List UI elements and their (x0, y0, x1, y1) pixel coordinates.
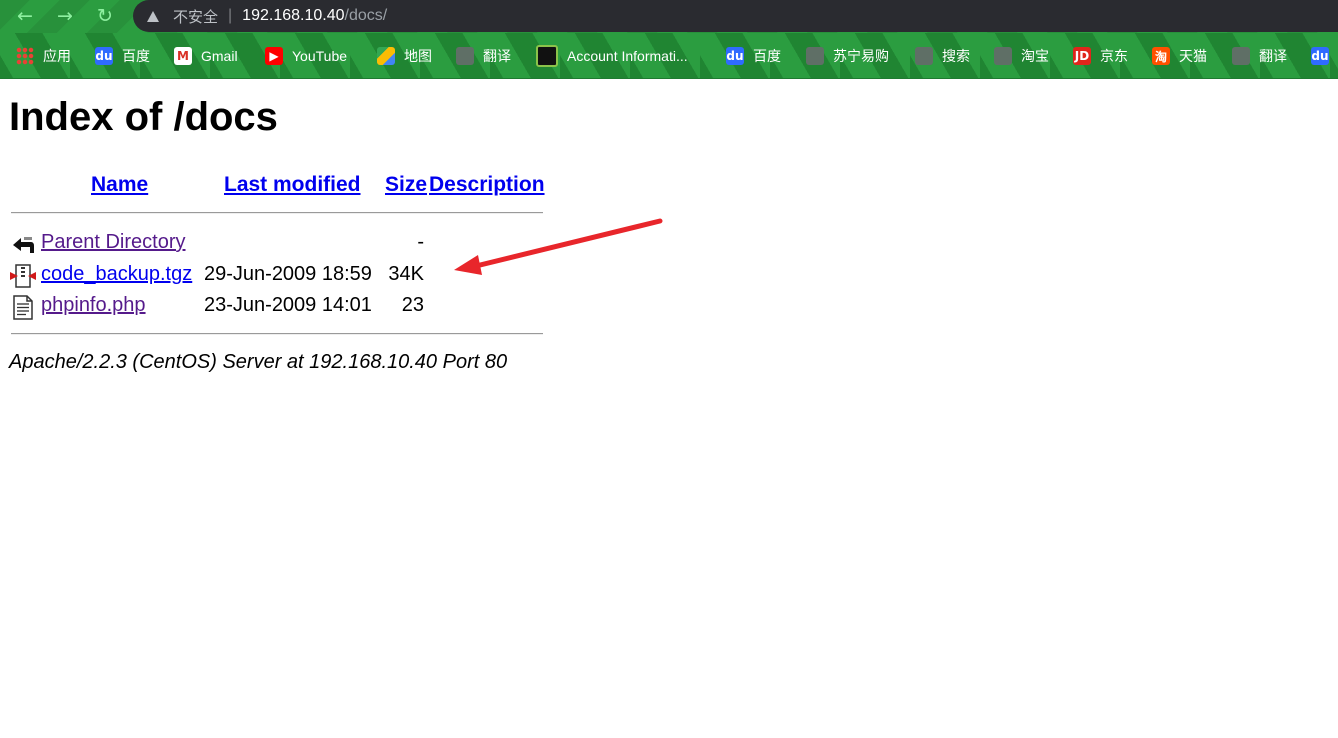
reload-icon[interactable]: ↻ (94, 5, 116, 27)
bookmark-label: 应用 (43, 48, 71, 64)
back-folder-icon (13, 237, 34, 253)
file-link-phpinfo[interactable]: phpinfo.php (41, 294, 146, 317)
globe-icon (456, 47, 474, 65)
bookmark-label: 天猫 (1179, 48, 1207, 64)
bookmark-gmail[interactable]: M Gmail (174, 45, 238, 67)
bookmark-label: 地图 (404, 48, 432, 64)
globe-icon (915, 47, 933, 65)
bookmark-label: 淘宝 (1021, 48, 1049, 64)
baidu-icon: du (1311, 47, 1329, 65)
divider: | (228, 7, 233, 24)
bookmark-taobao[interactable]: 淘宝 (994, 45, 1049, 67)
bookmark-jd[interactable]: JD 京东 (1073, 45, 1128, 67)
bookmark-youtube[interactable]: ▶ YouTube (265, 45, 347, 67)
bookmark-search[interactable]: 搜索 (915, 45, 970, 67)
bookmark-tmall[interactable]: 淘 天猫 (1152, 45, 1207, 67)
baidu-icon: du (95, 47, 113, 65)
bookmark-label: 百度 (122, 48, 150, 64)
table-row: Parent Directory - (10, 231, 424, 257)
sort-by-description-link[interactable]: Description (429, 173, 545, 197)
sort-by-name-link[interactable]: Name (91, 173, 148, 197)
file-size: 34K (388, 263, 424, 285)
bookmark-label: 百度 (753, 48, 781, 64)
globe-icon (1232, 47, 1250, 65)
bookmark-suning[interactable]: 苏宁易购 (806, 45, 889, 67)
last-modified: 23-Jun-2009 14:01 (204, 294, 372, 316)
annotation-arrow-icon (454, 218, 663, 275)
bookmarks-bar: 应用 du 百度 M Gmail ▶ YouTube 地图 翻译 Account… (0, 33, 1338, 79)
tmall-icon: 淘 (1152, 47, 1170, 65)
bookmark-label: 搜索 (942, 48, 970, 64)
gmail-icon: M (174, 47, 192, 65)
url-host: 192.168.10.40 (242, 7, 345, 24)
file-size: 23 (401, 294, 424, 316)
globe-icon (994, 47, 1012, 65)
address-bar[interactable]: 不安全 | 192.168.10.40/docs/ (133, 0, 1338, 32)
bookmark-label: Account Informati... (567, 48, 688, 64)
page-title: Index of /docs (9, 95, 278, 139)
text-file-icon (13, 295, 33, 320)
bookmark-label: Gmail (201, 48, 238, 64)
sort-by-size-link[interactable]: Size (385, 173, 427, 197)
bookmark-translate-2[interactable]: 翻译 (1232, 45, 1287, 67)
apps-grid-icon (16, 47, 34, 65)
bookmark-baidu-2[interactable]: du 百度 (726, 45, 781, 67)
maps-icon (377, 47, 395, 65)
bookmark-label: 翻译 (1259, 48, 1287, 64)
globe-icon (806, 47, 824, 65)
bookmark-baidu[interactable]: du 百度 (95, 45, 150, 67)
security-indicator[interactable]: 不安全 (173, 6, 218, 27)
last-modified: 29-Jun-2009 18:59 (204, 263, 372, 285)
table-row: code_backup.tgz 29-Jun-2009 18:59 34K (10, 263, 424, 289)
parent-directory-link[interactable]: Parent Directory (41, 231, 186, 254)
sort-by-modified-link[interactable]: Last modified (224, 173, 361, 197)
server-signature: Apache/2.2.3 (CentOS) Server at 192.168.… (9, 351, 508, 373)
compressed-file-icon (10, 264, 36, 288)
baidu-icon: du (726, 47, 744, 65)
warning-icon (147, 10, 159, 22)
bookmark-translate[interactable]: 翻译 (456, 45, 511, 67)
bookmark-label: 京东 (1100, 48, 1128, 64)
forward-arrow-icon[interactable]: → (54, 5, 76, 27)
file-size: - (417, 231, 424, 253)
page-content: Index of /docs Name Last modified Size D… (0, 79, 1338, 738)
bookmark-overflow[interactable]: du (1311, 45, 1338, 67)
bookmark-label: 翻译 (483, 48, 511, 64)
table-row: phpinfo.php 23-Jun-2009 14:01 23 (10, 294, 424, 320)
divider (11, 333, 543, 335)
back-arrow-icon[interactable]: ← (14, 5, 36, 27)
jd-icon: JD (1073, 47, 1091, 65)
bookmark-account[interactable]: Account Informati... (536, 45, 688, 67)
bookmark-label: YouTube (292, 48, 348, 64)
url-path: /docs/ (344, 7, 388, 24)
bookmark-maps[interactable]: 地图 (377, 45, 432, 67)
bookmark-apps[interactable]: 应用 (16, 45, 71, 67)
bookmark-label: 苏宁易购 (833, 48, 889, 64)
account-icon (536, 45, 558, 67)
browser-toolbar: ← → ↻ 不安全 | 192.168.10.40/docs/ (0, 0, 1338, 33)
file-link-code-backup[interactable]: code_backup.tgz (41, 263, 192, 286)
youtube-icon: ▶ (265, 47, 283, 65)
